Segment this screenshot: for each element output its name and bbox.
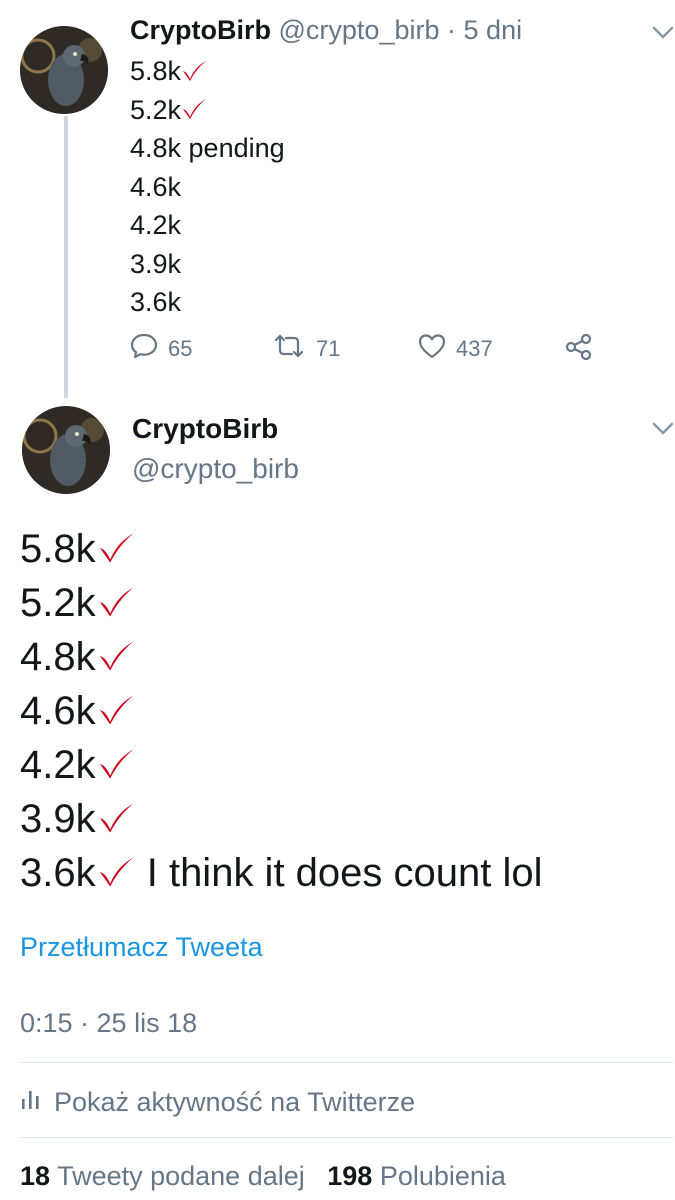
tweet-line: 3.9k: [130, 248, 182, 279]
author-handle[interactable]: @crypto_birb: [279, 15, 440, 45]
avatar[interactable]: [22, 406, 110, 494]
tweet-line: 4.6k: [20, 684, 543, 738]
tweet-line: 5.8k: [20, 522, 543, 576]
retweet-label: Tweety podane dalej: [57, 1161, 305, 1191]
timestamp[interactable]: 0:15 · 25 lis 18: [20, 1006, 197, 1040]
divider: [20, 1137, 673, 1138]
check-mark-icon: [96, 578, 136, 632]
check-mark-icon: [96, 794, 136, 848]
chevron-down-icon[interactable]: [652, 26, 674, 45]
check-mark-icon: [96, 848, 136, 902]
engagement-stats: 18 Tweety podane dalej 198 Polubienia: [20, 1158, 506, 1194]
tweet-line: 4.8k: [20, 630, 543, 684]
thread-line: [64, 116, 68, 398]
tweet-header: CryptoBirb @crypto_birb · 5 dni: [130, 14, 522, 46]
author-name[interactable]: CryptoBirb: [132, 412, 278, 446]
tweet-line: 4.2k: [130, 210, 182, 240]
tweet-time[interactable]: 5 dni: [464, 15, 523, 45]
activity-icon: [20, 1084, 42, 1120]
like-icon: [418, 333, 446, 365]
retweets-link[interactable]: 18 Tweety podane dalej: [20, 1161, 305, 1191]
activity-label: Pokaż aktywność na Twitterze: [54, 1087, 416, 1117]
check-mark-icon: [96, 632, 136, 686]
retweet-count: 71: [316, 336, 341, 361]
chevron-down-icon[interactable]: [652, 422, 674, 441]
likes-link[interactable]: 198 Polubienia: [327, 1161, 506, 1191]
reply-action[interactable]: 65: [130, 333, 193, 365]
share-icon: [565, 333, 593, 365]
retweet-total: 18: [20, 1161, 51, 1191]
tweet-line: 4.8k pending: [130, 133, 285, 163]
author-handle[interactable]: @crypto_birb: [132, 452, 299, 486]
reply-count: 65: [168, 336, 193, 361]
tweet-body: 5.8k 5.2k 4.8k pending 4.6k 4.2k 3.9k 3.…: [130, 52, 285, 322]
translate-link[interactable]: Przetłumacz Tweeta: [20, 930, 263, 964]
tweet-line: 5.8k: [130, 52, 285, 91]
check-mark-icon: [181, 92, 207, 131]
tweet-line: 5.2k: [20, 576, 543, 630]
share-button[interactable]: [565, 333, 593, 365]
check-mark-icon: [96, 740, 136, 794]
like-total: 198: [327, 1161, 373, 1191]
activity-link[interactable]: Pokaż aktywność na Twitterze: [20, 1084, 415, 1120]
check-mark-icon: [96, 524, 136, 578]
like-action[interactable]: 437: [418, 334, 493, 364]
reply-icon: [130, 333, 158, 365]
separator: ·: [447, 15, 457, 45]
tweet-line: 3.6k I think it does count lol: [20, 846, 543, 900]
tweet-line: 4.6k: [130, 171, 182, 202]
tweet-line: 3.6k: [130, 287, 182, 317]
retweet-action[interactable]: 71: [272, 334, 340, 364]
avatar[interactable]: [20, 26, 108, 114]
like-count: 437: [456, 336, 493, 361]
tweet-line: 5.2k: [130, 91, 285, 130]
tweet-line: 3.9k: [20, 792, 543, 846]
like-label: Polubienia: [379, 1161, 506, 1191]
tweet-line: 4.2k: [20, 738, 543, 792]
author-name[interactable]: CryptoBirb: [130, 15, 271, 45]
divider: [20, 1062, 673, 1063]
tweet-body: 5.8k 5.2k 4.8k 4.6k 4.2k 3.9k 3.6k I thi…: [20, 522, 543, 900]
retweet-icon: [272, 334, 306, 364]
check-mark-icon: [96, 686, 136, 740]
check-mark-icon: [181, 54, 207, 93]
